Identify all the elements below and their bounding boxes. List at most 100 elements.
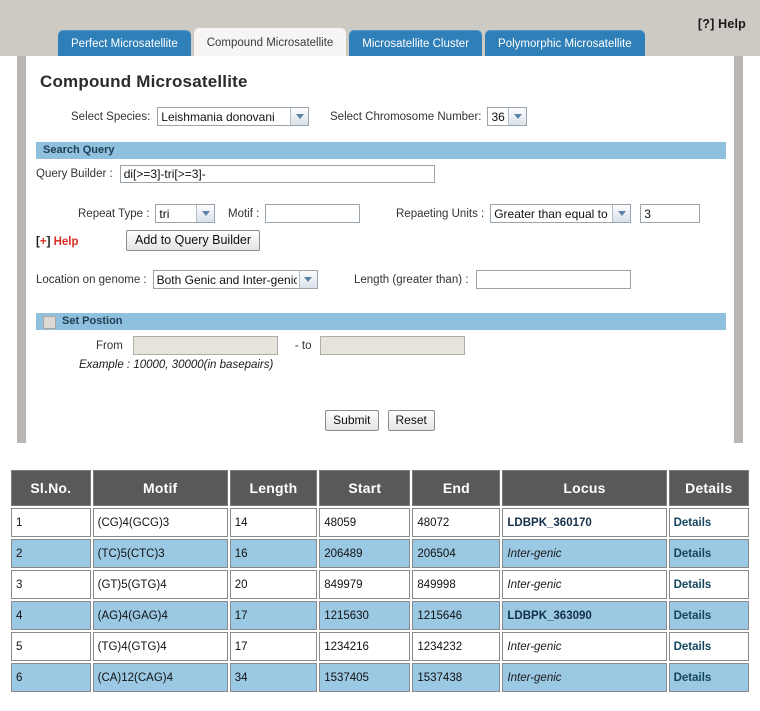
add-to-query-builder-button[interactable]: Add to Query Builder [126,230,261,251]
cell-details[interactable]: Details [668,508,749,537]
cell-sl-no: 6 [11,663,91,692]
table-body: 1 (CG)4(GCG)3 14 48059 48072 LDBPK_360170 Deta… [11,508,749,692]
chromosome-select[interactable]: 36 [487,107,528,126]
set-position-checkbox[interactable] [43,316,56,329]
cell-motif: (TG)4(GTG)4 [92,632,228,661]
repeat-type-select-wrapper[interactable]: tri [155,204,216,223]
cell-details[interactable]: Details [668,601,749,630]
cell-end: 849998 [412,570,501,599]
repeat-type-group: Repeat Type : tri [78,204,216,223]
cell-details[interactable]: Details [668,539,749,568]
application-page: [?] Help Perfect Microsatellite Compound … [0,0,760,711]
tab-compound-microsatellite[interactable]: Compound Microsatellite [193,28,347,58]
location-group: Location on genome : Both Genic and Inte… [36,270,318,289]
cell-motif: (GT)5(GTG)4 [92,570,228,599]
tab-microsatellite-cluster[interactable]: Microsatellite Cluster [349,30,483,58]
table-row: 4 (AG)4(GAG)4 17 1215630 1215646 LDBPK_363090… [11,601,749,630]
header-band: [?] Help Perfect Microsatellite Compound … [0,0,760,58]
cell-locus[interactable]: LDBPK_360170 [502,508,667,537]
inline-help-toggle[interactable]: [+] Help [36,236,79,248]
cell-locus: Inter-genic [502,632,667,661]
cell-start: 1215630 [319,601,411,630]
repeating-units-group: Repaeting Units : Greater than equal to [396,204,701,223]
cell-start: 849979 [319,570,411,599]
cell-locus[interactable]: LDBPK_363090 [502,601,667,630]
to-label: - to [294,339,312,352]
chromosome-label: Select Chromosome Number: [330,110,482,123]
form-actions: Submit Reset [26,410,734,431]
table-row: 3 (GT)5(GTG)4 20 849979 849998 Inter-genic Det… [11,570,749,599]
species-select[interactable]: Leishmania donovani [157,107,310,126]
reset-button[interactable]: Reset [387,410,435,431]
help-link[interactable]: [?] Help [698,17,746,31]
column-header-details: Details [668,470,749,506]
chromosome-select-wrapper[interactable]: 36 [487,107,528,126]
set-position-section-bar: Set Postion [36,313,726,330]
cell-length: 17 [229,601,318,630]
cell-length: 16 [229,539,318,568]
cell-details[interactable]: Details [668,632,749,661]
position-to-input[interactable] [320,336,466,355]
cell-locus: Inter-genic [502,663,667,692]
bracket-close: ] [46,236,51,248]
query-builder-input[interactable] [119,165,435,183]
species-field-group: Select Species: Leishmania donovani [71,107,310,126]
location-select[interactable]: Both Genic and Inter-genic [152,270,318,289]
length-group: Length (greater than) : [354,270,632,289]
column-header-sl-no-: Sl.No. [11,470,91,506]
table-row: 2 (TC)5(CTC)3 16 206489 206504 Inter-genic Det… [11,539,749,568]
repeating-units-select[interactable]: Greater than equal to [490,204,632,223]
set-position-label: Set Postion [62,315,123,327]
query-builder-group: Query Builder : [36,165,435,183]
cell-motif: (TC)5(CTC)3 [92,539,228,568]
cell-end: 1215646 [412,601,501,630]
column-header-motif: Motif [92,470,228,506]
position-from-input[interactable] [132,336,278,355]
tab-polymorphic-microsatellite[interactable]: Polymorphic Microsatellite [485,30,645,58]
tab-perfect-microsatellite[interactable]: Perfect Microsatellite [58,30,191,58]
cell-end: 206504 [412,539,501,568]
cell-sl-no: 1 [11,508,91,537]
table-row: 1 (CG)4(GCG)3 14 48059 48072 LDBPK_360170 Deta… [11,508,749,537]
cell-start: 1537405 [319,663,411,692]
cell-length: 17 [229,632,318,661]
position-range-group: From - to [96,336,466,355]
length-input[interactable] [476,270,632,289]
cell-length: 34 [229,663,318,692]
location-select-wrapper[interactable]: Both Genic and Inter-genic [152,270,318,289]
species-select-wrapper[interactable]: Leishmania donovani [157,107,310,126]
from-label: From [96,339,123,352]
cell-end: 48072 [412,508,501,537]
table-row: 5 (TG)4(GTG)4 17 1234216 1234232 Inter-genic D… [11,632,749,661]
plus-icon: + [39,236,47,248]
tab-bar: Perfect Microsatellite Compound Microsate… [58,28,648,58]
search-query-section-bar: Search Query [36,142,726,159]
cell-locus: Inter-genic [502,539,667,568]
cell-end: 1537438 [412,663,501,692]
cell-motif: (CG)4(GCG)3 [92,508,228,537]
motif-group: Motif : [228,204,361,223]
submit-button[interactable]: Submit [325,410,379,431]
cell-length: 14 [229,508,318,537]
cell-details[interactable]: Details [668,663,749,692]
species-label: Select Species: [71,110,151,123]
length-label: Length (greater than) : [354,273,469,286]
query-builder-label: Query Builder : [36,168,113,180]
chromosome-field-group: Select Chromosome Number: 36 [330,107,528,126]
motif-label: Motif : [228,207,260,220]
repeating-units-label: Repaeting Units : [396,207,485,220]
cell-motif: (AG)4(GAG)4 [92,601,228,630]
table-header-row: Sl.No. Motif Length Start End Locus Details [11,470,749,506]
cell-start: 206489 [319,539,411,568]
repeating-units-select-wrapper[interactable]: Greater than equal to [490,204,632,223]
cell-sl-no: 3 [11,570,91,599]
page-title: Compound Microsatellite [40,72,248,91]
cell-sl-no: 4 [11,601,91,630]
repeat-type-select[interactable]: tri [155,204,216,223]
cell-sl-no: 2 [11,539,91,568]
cell-details[interactable]: Details [668,570,749,599]
motif-input[interactable] [265,204,361,223]
column-header-locus: Locus [502,470,667,506]
repeating-units-number-input[interactable] [640,204,701,223]
position-example-text: Example : 10000, 30000(in basepairs) [79,359,274,371]
